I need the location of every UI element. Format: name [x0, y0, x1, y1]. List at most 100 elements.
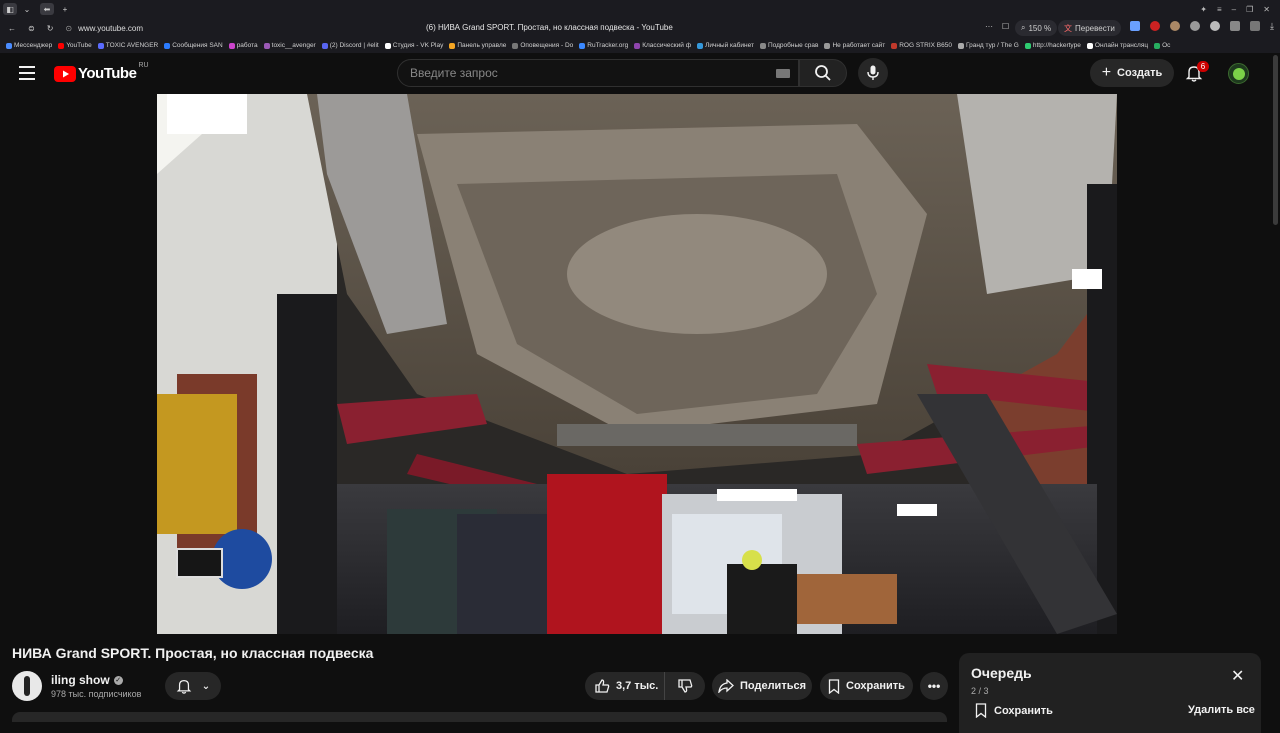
thumbs-up-icon — [595, 679, 610, 693]
bookmark-favicon-icon — [634, 42, 641, 49]
create-button[interactable]: + Создать — [1090, 59, 1174, 87]
bookmark-item[interactable]: RuTracker.org — [579, 42, 628, 49]
mic-icon — [867, 65, 879, 80]
bookmark-item[interactable]: ROG STRIX B650 — [891, 42, 952, 49]
close-window-button[interactable]: ✕ — [1263, 5, 1270, 14]
translate-button[interactable]: 文 Перевести — [1058, 20, 1121, 36]
more-dots-icon[interactable]: ··· — [985, 22, 993, 31]
pin-icon[interactable]: ✦ — [1200, 5, 1207, 14]
extension-icon[interactable] — [1250, 21, 1260, 31]
tab-title-text: (6) НИВА Grand SPORT. Простая, но классн… — [426, 23, 673, 32]
url-text[interactable]: www.youtube.com — [78, 24, 143, 33]
bookmark-item[interactable]: Классический ф — [634, 42, 691, 49]
save-label: Сохранить — [846, 680, 905, 692]
queue-save-label: Сохранить — [994, 704, 1053, 717]
extension-icon[interactable] — [1150, 21, 1160, 31]
bookmark-favicon-icon — [164, 42, 171, 49]
extension-icon[interactable] — [1130, 21, 1140, 31]
notifications-button[interactable]: 6 — [1185, 61, 1209, 84]
extension-icon[interactable] — [1190, 21, 1200, 31]
share-arrow-icon — [718, 679, 734, 693]
extension-icon[interactable] — [1170, 21, 1180, 31]
extension-icon[interactable] — [1210, 21, 1220, 31]
bookmark-favicon-icon — [58, 42, 65, 49]
remove-all-button[interactable]: Удалить все — [1188, 704, 1255, 716]
bookmark-item[interactable]: Оповещения - Do — [512, 42, 573, 49]
queue-panel: Очередь 2 / 3 ✕ Сохранить Удалить все — [959, 653, 1261, 733]
bookmark-favicon-icon — [697, 42, 704, 49]
bookmark-item[interactable]: работа — [228, 42, 258, 49]
browser-menu-icon[interactable]: ≡ — [1217, 5, 1222, 14]
bookmark-item[interactable]: TOXIC AVENGER — [97, 42, 158, 49]
tabs-dropdown-button[interactable]: ⌄ — [20, 3, 34, 15]
bookmark-item[interactable]: Подробные срав — [759, 42, 818, 49]
save-button[interactable]: Сохранить — [820, 672, 913, 700]
youtube-play-icon — [54, 65, 76, 82]
reload-icon[interactable]: ↻ — [47, 24, 54, 33]
browser-menu-button[interactable]: ◧ — [3, 3, 17, 15]
bookmark-item[interactable]: Студия - VK Play — [384, 42, 443, 49]
search-input[interactable]: Введите запрос — [397, 59, 799, 87]
chevron-down-icon: ⌄ — [201, 680, 211, 692]
bookmark-item[interactable]: Панель управле — [449, 42, 506, 49]
search-placeholder: Введите запрос — [410, 66, 498, 80]
bookmark-item[interactable]: Не работает сайт — [824, 42, 885, 49]
subscriber-count: 978 тыс. подписчиков — [51, 689, 142, 699]
voice-search-button[interactable] — [858, 58, 888, 88]
bookmark-favicon-icon — [1024, 42, 1031, 49]
download-icon[interactable]: ⤓ — [1270, 21, 1274, 32]
like-count: 3,7 тыс. — [616, 680, 659, 692]
search-button[interactable] — [799, 59, 847, 87]
shield-icon[interactable]: ⊜ — [28, 24, 35, 33]
youtube-logo[interactable]: YouTube RU — [54, 62, 149, 82]
restore-button[interactable]: ❐ — [1246, 5, 1253, 14]
back-icon[interactable]: ← — [8, 24, 16, 33]
avatar[interactable] — [1228, 63, 1249, 84]
zoom-icon: ⌕ — [1021, 23, 1026, 32]
keyboard-icon[interactable] — [776, 69, 790, 78]
like-button[interactable]: 3,7 тыс. — [585, 672, 665, 700]
extension-icon[interactable] — [1230, 21, 1240, 31]
new-tab-button[interactable]: + — [58, 3, 72, 15]
bookmark-star-icon[interactable]: ☐ — [1002, 22, 1009, 31]
close-icon[interactable]: ✕ — [1231, 669, 1244, 685]
bookmark-item[interactable]: toxic__avenger — [263, 42, 316, 49]
channel-name-row[interactable]: iling show ✓ — [51, 673, 123, 687]
video-player[interactable] — [157, 94, 1117, 634]
bell-icon — [176, 680, 192, 694]
description-box-edge[interactable] — [12, 712, 947, 722]
search-icon — [815, 65, 831, 81]
bookmark-item[interactable]: Онлайн трансляц — [1086, 42, 1148, 49]
bookmark-favicon-icon — [1086, 42, 1093, 49]
minimize-button[interactable]: – — [1232, 5, 1236, 14]
queue-save-button[interactable]: Сохранить — [975, 703, 1053, 718]
bookmark-item[interactable]: Гранд тур / The G — [957, 42, 1019, 49]
plus-icon: + — [1101, 64, 1112, 81]
tab-back-button[interactable]: ⬅ — [40, 3, 54, 15]
bookmark-favicon-icon — [6, 42, 12, 49]
subscription-bell-button[interactable]: ⌄ — [165, 672, 221, 700]
zoom-indicator[interactable]: ⌕ 150 % — [1015, 20, 1058, 36]
bookmark-item[interactable]: Мессенджер — [6, 42, 52, 49]
bookmark-item[interactable]: http://hackertype — [1024, 42, 1081, 49]
bookmark-favicon-icon — [1154, 42, 1161, 49]
share-label: Поделиться — [739, 680, 807, 692]
more-actions-button[interactable]: ••• — [920, 672, 948, 700]
bookmark-item[interactable]: Сообщения SAN — [164, 42, 223, 49]
bookmark-icon — [975, 703, 987, 718]
bookmark-item[interactable]: (2) Discord | #elit — [321, 42, 379, 49]
bookmarks-bar: Мессенджер YouTube TOXIC AVENGER Сообщен… — [0, 38, 1280, 53]
thumbs-down-icon — [678, 679, 693, 693]
channel-name[interactable]: iling show — [51, 673, 110, 687]
translate-icon: 文 — [1064, 23, 1072, 33]
share-button[interactable]: Поделиться — [712, 672, 812, 700]
bookmark-item[interactable]: Личный кабинет — [697, 42, 754, 49]
lock-icon: ⊙ — [65, 23, 73, 33]
hamburger-icon[interactable] — [19, 66, 35, 80]
dislike-button[interactable] — [665, 672, 705, 700]
bookmark-item[interactable]: Ос — [1154, 42, 1170, 49]
bookmark-favicon-icon — [957, 42, 964, 49]
channel-avatar[interactable] — [12, 671, 42, 701]
page-scrollbar[interactable] — [1273, 55, 1278, 225]
bookmark-item[interactable]: YouTube — [58, 42, 92, 49]
